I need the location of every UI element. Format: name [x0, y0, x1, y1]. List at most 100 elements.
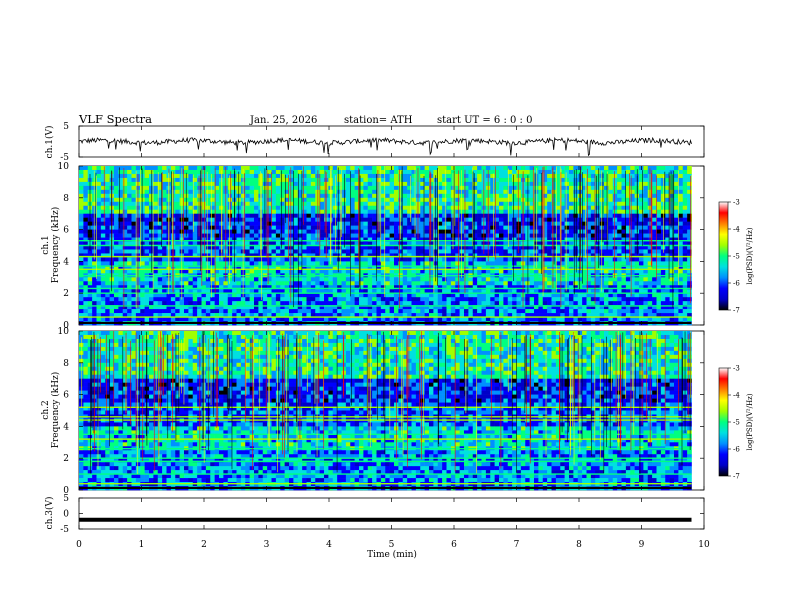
- ch1-spectrogram-cell: [100, 177, 106, 183]
- ch1-spectrogram-cell: [612, 197, 618, 203]
- ch1-spectrogram-cell: [674, 166, 679, 171]
- ch1-spectrogram-cell: [188, 193, 194, 199]
- ch1-spectrogram-cell: [407, 166, 412, 171]
- ch1-spectrogram-cell: [643, 225, 649, 230]
- ch1-spectrogram-cell: [114, 213, 119, 218]
- ch1-spectrogram-cell: [372, 257, 377, 262]
- ch1-spectrogram-cell: [411, 205, 417, 211]
- ch1-spectrogram-cell: [131, 257, 137, 262]
- ch1-spectrogram-cell: [542, 281, 548, 286]
- ch1-spectrogram-cell: [192, 261, 198, 266]
- ch1-spectrogram-cell: [310, 185, 316, 191]
- ch1-spectrogram-cell: [529, 301, 535, 306]
- ch1-spectrogram-cell: [376, 301, 382, 306]
- ch1-spectrogram-cell: [625, 281, 631, 286]
- ch1-spectrogram-cell: [389, 201, 395, 207]
- ch1-spectrogram-cell: [389, 229, 395, 234]
- ch1-spectrogram-cell: [534, 281, 539, 286]
- ch1-spectrogram-cell: [547, 185, 552, 191]
- ch1-spectrogram-cell: [547, 297, 552, 302]
- ch1-spectrogram-cell: [669, 281, 675, 286]
- ch1-spectrogram-cell: [569, 277, 574, 282]
- ch1-spectrogram-cell: [271, 213, 277, 218]
- ch1-spectrogram-cell: [122, 301, 128, 306]
- ch1-spectrogram-cell: [109, 301, 115, 306]
- ch1-spectrogram-cell: [411, 177, 417, 183]
- ch1-spectrogram-cell: [472, 281, 478, 286]
- ch1-spectrogram-cell: [350, 181, 355, 187]
- ch1-spectrogram-cell: [656, 257, 662, 262]
- ch1-spectrogram-cell: [485, 166, 491, 171]
- ch1-spectrogram-cell: [280, 229, 285, 234]
- ch1-spectrogram-cell: [394, 301, 399, 306]
- ch1-spectrogram-cell: [647, 281, 653, 286]
- ch1-spectrogram-cell: [289, 166, 294, 171]
- ch1-spectrogram-cell: [275, 221, 281, 226]
- ch1-spectrogram-cell: [319, 177, 325, 183]
- ch1-spectrogram-cell: [188, 257, 194, 262]
- ch1-spectrogram-cell: [687, 173, 692, 179]
- ch1-spectrogram-cell: [542, 181, 548, 187]
- ch1-spectrogram-cell: [227, 261, 233, 266]
- ch1-spectrogram-cell: [302, 185, 307, 191]
- ch1-spectrogram-cell: [210, 225, 215, 230]
- ch1-spectrogram-cell: [595, 225, 600, 230]
- ch1-spectrogram-cell: [127, 301, 132, 306]
- ch1-spectrogram-cell: [127, 189, 132, 195]
- ch1-spectrogram-cell: [512, 181, 517, 187]
- ch1-spectrogram-cell: [643, 177, 649, 183]
- ch1-spectrogram-cell: [503, 277, 509, 282]
- ch1-spectrogram-cell: [682, 209, 688, 214]
- ch1-spectrogram-cell: [131, 173, 137, 179]
- ch1-spectrogram-cell: [100, 281, 106, 286]
- ch1-spectrogram-cell: [639, 257, 644, 262]
- ch1-spectrogram-cell: [525, 301, 530, 306]
- ch1-spectrogram-cell: [595, 166, 600, 171]
- ch1-spectrogram-cell: [367, 301, 373, 306]
- ch1-spectrogram-cell: [79, 249, 84, 254]
- ch1-spectrogram-cell: [424, 189, 430, 195]
- ch1-spectrogram-cell: [280, 173, 285, 179]
- ch1-spectrogram-cell: [100, 201, 106, 207]
- ch1-spectrogram-cell: [341, 166, 347, 171]
- ch1-spectrogram-cell: [201, 221, 207, 226]
- ch1-spectrogram-cell: [293, 229, 299, 234]
- ch1-spectrogram-cell: [604, 277, 609, 282]
- ch1-spectrogram-cell: [350, 225, 355, 230]
- ch1-spectrogram-cell: [656, 217, 662, 222]
- ch1-spectrogram-cell: [590, 169, 596, 175]
- ch1-spectrogram-cell: [407, 169, 412, 175]
- ch1-spectrogram-cell: [674, 221, 679, 226]
- ch1-spectrogram-cell: [394, 221, 399, 226]
- ch1-spectrogram-cell: [337, 201, 342, 207]
- ch1-spectrogram-cell: [604, 209, 609, 214]
- ch1-spectrogram-cell: [306, 201, 312, 207]
- ch1-spectrogram-cell: [162, 173, 167, 179]
- ch1-spectrogram-cell: [468, 277, 474, 282]
- ch1-spectrogram-cell: [674, 181, 679, 187]
- ch1-spectrogram-cell: [674, 197, 679, 203]
- ch1-spectrogram-cell: [525, 169, 530, 175]
- ch1-spectrogram-cell: [210, 261, 215, 266]
- ch1-spectrogram-cell: [289, 277, 294, 282]
- ch1-spectrogram-cell: [275, 261, 281, 266]
- ch1-spectrogram-cell: [516, 217, 522, 222]
- ch1-spectrogram-cell: [122, 217, 128, 222]
- ch1-spectrogram-cell: [424, 261, 430, 266]
- ch1-spectrogram-cell: [573, 301, 579, 306]
- ch1-spectrogram-cell: [682, 197, 688, 203]
- ch1-spectrogram-cell: [114, 201, 119, 207]
- ch1-spectrogram-cell: [516, 201, 522, 207]
- ch1-spectrogram-cell: [188, 181, 194, 187]
- ch1-spectrogram-cell: [293, 281, 299, 286]
- ch1-spectrogram-cell: [450, 257, 456, 262]
- ch1-spectrogram-cell: [446, 217, 452, 222]
- ch1-spectrogram-cell: [302, 225, 307, 230]
- ch1-spectrogram-cell: [227, 257, 233, 262]
- ch1-spectrogram-cell: [542, 173, 548, 179]
- ch1-spectrogram-cell: [319, 225, 325, 230]
- ch1-spectrogram-cell: [140, 217, 145, 222]
- ch1-spectrogram-cell: [245, 277, 250, 282]
- ch1-spectrogram-cell: [306, 197, 312, 203]
- ch1-spectrogram-cell: [350, 257, 355, 262]
